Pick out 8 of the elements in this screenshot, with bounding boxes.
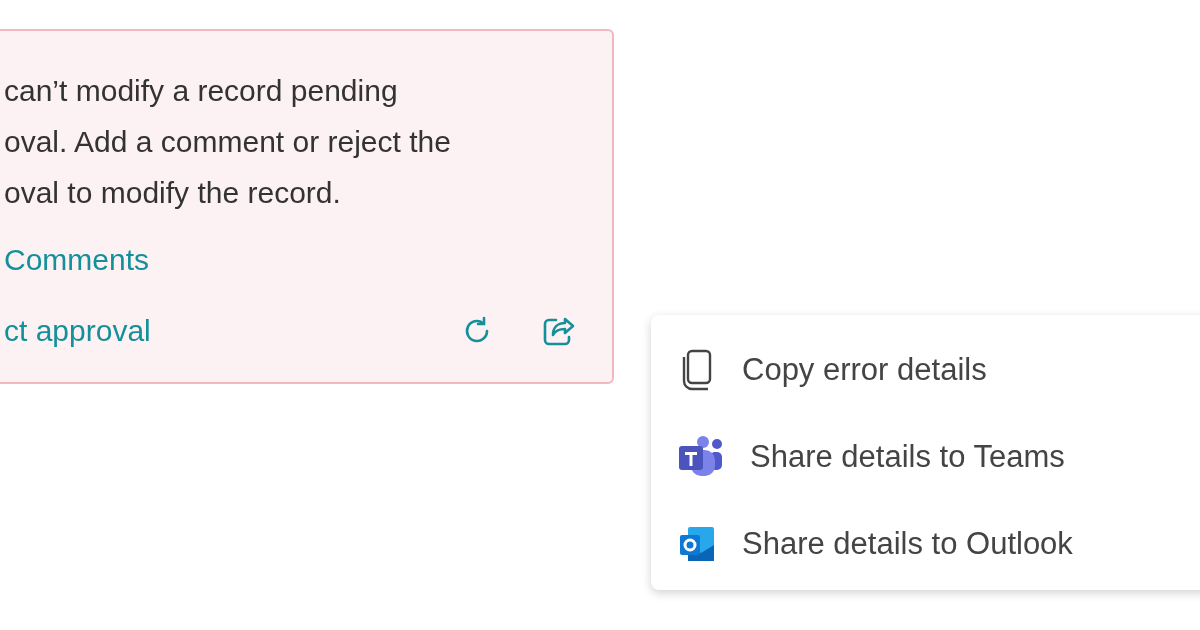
error-message-line: can’t modify a record pending <box>4 73 398 109</box>
error-message-line: oval to modify the record. <box>4 175 341 211</box>
error-message-line: oval. Add a comment or reject the <box>4 124 451 160</box>
menu-item[interactable]: Share details to Teams <box>678 422 1200 492</box>
menu-item[interactable]: Copy error details <box>678 335 1200 405</box>
menu-item[interactable]: Share details to Outlook <box>678 509 1200 579</box>
outlook-icon <box>678 525 716 563</box>
teams-icon <box>678 435 724 479</box>
